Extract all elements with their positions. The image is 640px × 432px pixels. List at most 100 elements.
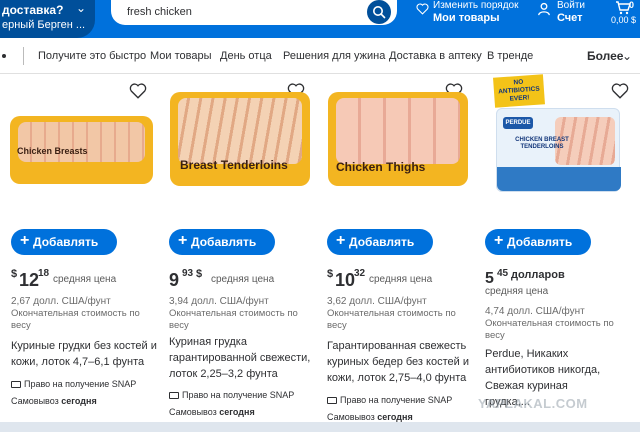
- price-cents: 18: [38, 268, 50, 279]
- price-dollars: 12: [19, 270, 40, 290]
- snap-label: Право на получение SNAP: [182, 390, 295, 400]
- nav-more-button[interactable]: Более: [587, 49, 623, 63]
- price-dollars: 9: [169, 270, 180, 290]
- price-cents: 93: [182, 268, 194, 279]
- nav-item-dinner-solutions[interactable]: Решения для ужина: [283, 50, 385, 62]
- add-to-cart-button[interactable]: + Добавлять: [327, 229, 433, 255]
- reorder-label: Изменить порядок: [433, 0, 519, 11]
- nav-divider: [23, 47, 24, 65]
- add-button-label: Добавлять: [507, 235, 573, 249]
- snap-label: Право на получение SNAP: [24, 379, 137, 389]
- menu-dot-icon[interactable]: [2, 54, 6, 58]
- os-taskbar: [0, 422, 640, 432]
- product-image[interactable]: Breast Tenderloins: [170, 92, 310, 186]
- snap-card-icon: [11, 381, 21, 388]
- average-price-label: средняя цена: [53, 274, 117, 285]
- product-image[interactable]: Chicken Breasts: [10, 116, 153, 184]
- search-button[interactable]: [367, 0, 391, 24]
- pickup-info: Самовывоз сегодня: [169, 407, 255, 417]
- product-image-label: CHICKEN BREAST TENDERLOINS: [515, 137, 569, 150]
- product-title[interactable]: Куриная грудка гарантированной свежести,…: [169, 334, 321, 382]
- final-cost-note: Окончательная стоимость по весу: [327, 308, 456, 331]
- chicken-meat-graphic: [336, 98, 460, 164]
- price-cents: 32: [354, 268, 366, 279]
- delivery-location-address: ерный Берген ...: [2, 19, 86, 31]
- chevron-down-icon: ⌄: [76, 1, 87, 15]
- snap-eligible: Право на получение SNAP: [11, 379, 136, 389]
- product-image-label: Chicken Breasts: [17, 146, 88, 156]
- cart-button[interactable]: 0 0,00 $: [607, 0, 640, 30]
- cart-count: 0: [629, 0, 635, 10]
- final-cost-note: Окончательная стоимость по весу: [485, 318, 614, 341]
- average-price-label: средняя цена: [211, 274, 275, 285]
- search-input[interactable]: [127, 4, 357, 20]
- no-antibiotics-badge: NO ANTIBIOTICS EVER!: [493, 74, 545, 108]
- plus-icon: +: [20, 232, 30, 249]
- product-image-label: Chicken Thighs: [336, 160, 426, 174]
- top-header: доставка? ⌄ ерный Берген ... Изменить по…: [0, 0, 640, 38]
- product-title[interactable]: Гарантированная свежесть куриных бедер б…: [327, 338, 479, 386]
- heart-icon: [416, 3, 429, 15]
- chevron-down-icon: ⌄: [622, 49, 633, 63]
- price-currency: $: [11, 268, 18, 280]
- delivery-location-selector[interactable]: доставка? ⌄ ерный Берген ...: [0, 0, 95, 38]
- unit-price: 2,67 долл. США/фунт: [11, 296, 111, 307]
- unit-price: 3,94 долл. США/фунт: [169, 296, 269, 307]
- snap-card-icon: [169, 392, 179, 399]
- nav-item-pharmacy-delivery[interactable]: Доставка в аптеку: [389, 50, 482, 62]
- nav-item-trending[interactable]: В тренде: [487, 50, 533, 62]
- snap-card-icon: [327, 397, 337, 404]
- product-title[interactable]: Куриные грудки без костей и кожи, лоток …: [11, 338, 163, 370]
- pickup-prefix: Самовывоз: [169, 407, 217, 417]
- plus-icon: +: [494, 232, 504, 249]
- nav-item-my-items[interactable]: Мои товары: [150, 50, 212, 62]
- add-to-cart-button[interactable]: + Добавлять: [485, 229, 591, 255]
- watermark: YAPLAKAL.COM: [478, 396, 588, 411]
- plus-icon: +: [336, 232, 346, 249]
- delivery-location-title: доставка?: [2, 3, 64, 17]
- add-to-cart-button[interactable]: + Добавлять: [169, 229, 275, 255]
- unit-price: 4,74 долл. США/фунт: [485, 306, 585, 317]
- add-button-label: Добавлять: [349, 235, 415, 249]
- nav-item-get-it-fast[interactable]: Получите это быстро: [38, 50, 146, 62]
- cart-total: 0,00 $: [611, 15, 637, 25]
- average-price-label: средняя цена: [485, 286, 549, 297]
- pickup-info: Самовывоз сегодня: [327, 412, 413, 422]
- favorite-button[interactable]: [129, 82, 147, 100]
- product-image-label: Breast Tenderloins: [180, 158, 288, 172]
- snap-eligible: Право на получение SNAP: [169, 390, 294, 400]
- add-button-label: Добавлять: [33, 235, 99, 249]
- pickup-prefix: Самовывоз: [11, 396, 59, 406]
- price-dollars: 10: [335, 270, 356, 290]
- account-sign-in[interactable]: Войти Счет: [537, 0, 597, 30]
- perdue-logo: PERDUE: [503, 117, 533, 129]
- product-card: Breast Tenderloins + Добавлять 9 93 $ ср…: [158, 74, 318, 432]
- add-button-label: Добавлять: [191, 235, 257, 249]
- pickup-info: Самовывоз сегодня: [11, 396, 97, 406]
- average-price-label: средняя цена: [369, 274, 433, 285]
- plus-icon: +: [178, 232, 188, 249]
- nav-item-fathers-day[interactable]: День отца: [220, 50, 272, 62]
- search-bar: [111, 0, 397, 25]
- favorite-button[interactable]: [611, 82, 629, 100]
- my-items-label: Мои товары: [433, 12, 500, 24]
- price-currency: $: [327, 268, 334, 280]
- product-card: Chicken Breasts + Добавлять $ 12 18 сред…: [0, 74, 160, 432]
- snap-eligible: Право на получение SNAP: [327, 395, 452, 405]
- add-to-cart-button[interactable]: + Добавлять: [11, 229, 117, 255]
- product-card: Chicken Thighs + Добавлять $ 10 32 средн…: [316, 74, 476, 432]
- chicken-meat-graphic: [18, 122, 145, 162]
- account-label: Счет: [557, 12, 583, 24]
- product-image[interactable]: Chicken Thighs: [328, 92, 468, 186]
- reorder-my-items[interactable]: Изменить порядок Мои товары: [416, 0, 526, 30]
- heart-icon: [611, 83, 629, 99]
- product-image[interactable]: PERDUE CHICKEN BREAST TENDERLOINS: [496, 108, 621, 192]
- sign-in-label: Войти: [557, 0, 585, 11]
- package-band: [497, 167, 621, 191]
- unit-price: 3,62 долл. США/фунт: [327, 296, 427, 307]
- pickup-day: сегодня: [377, 412, 413, 422]
- price-cents: 45: [497, 268, 509, 279]
- pickup-prefix: Самовывоз: [327, 412, 375, 422]
- pickup-day: сегодня: [61, 396, 97, 406]
- pickup-day: сегодня: [219, 407, 255, 417]
